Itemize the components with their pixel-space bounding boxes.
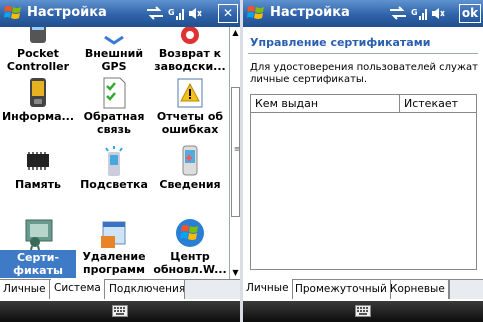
connectivity-icon[interactable]	[145, 6, 165, 21]
description-text: Для удостоверения пользователей служат л…	[250, 62, 478, 85]
window-title: Настройка	[27, 5, 107, 20]
tab-system[interactable]: Система	[51, 279, 105, 299]
svg-text:G: G	[168, 8, 175, 17]
device-info-icon	[30, 78, 46, 107]
title-bar: Настройка G ✕	[0, 0, 240, 27]
certificate-management-screen: Настройка G ok Управление сертификатами …	[243, 0, 483, 322]
heading-divider	[248, 53, 478, 54]
settings-item[interactable]: Центр обновл.W...	[152, 216, 228, 276]
window-title: Настройка	[270, 5, 350, 20]
list-header: Кем выдан Истекает	[251, 95, 476, 113]
windows-update-icon	[176, 219, 204, 247]
scrollbar-thumb[interactable]: ≡	[231, 87, 240, 217]
tab-personal[interactable]: Личные	[0, 279, 50, 299]
tab-strip: Личные Промежуточный Корневые	[243, 279, 483, 299]
column-header-issuer[interactable]: Кем выдан	[251, 95, 399, 113]
tab-connections[interactable]: Подключения	[106, 279, 190, 299]
settings-item-certificates[interactable]: Серти-фикаты	[0, 216, 76, 278]
feedback-icon	[103, 77, 126, 109]
tab-root[interactable]: Корневые	[387, 279, 449, 299]
keyboard-icon[interactable]	[112, 305, 128, 317]
connectivity-icon[interactable]	[388, 6, 408, 21]
scroll-up-icon[interactable]: ▲	[230, 27, 240, 39]
tab-strip-fill	[449, 280, 483, 299]
settings-item[interactable]: Память	[0, 144, 76, 191]
soft-key-bar	[243, 301, 483, 322]
tab-strip-fill	[184, 280, 240, 299]
column-header-expires[interactable]: Истекает	[399, 95, 476, 113]
settings-item[interactable]: Возврат к заводски...	[152, 27, 228, 73]
keyboard-icon[interactable]	[355, 305, 371, 317]
settings-item[interactable]: Pocket Controller	[0, 27, 76, 73]
title-bar: Настройка G ok	[243, 0, 483, 27]
tab-strip: Личные Система Подключения	[0, 279, 240, 299]
settings-item[interactable]: Отчеты об ошибках	[152, 76, 228, 136]
backlight-icon	[105, 146, 123, 176]
start-menu-icon[interactable]	[246, 3, 266, 23]
gps-icon	[104, 35, 124, 45]
settings-item[interactable]: Подсветка	[76, 144, 152, 191]
svg-text:G: G	[411, 8, 418, 17]
settings-item[interactable]: Обратная связь	[76, 76, 152, 136]
settings-item[interactable]: Информа...	[0, 76, 76, 123]
factory-reset-icon	[181, 27, 199, 44]
settings-item[interactable]: Внешний GPS	[76, 27, 152, 73]
certificate-list[interactable]: Кем выдан Истекает	[250, 94, 477, 270]
settings-item[interactable]: Сведения	[152, 144, 228, 191]
settings-system-screen: Настройка G ✕ Pocket Controller Внешний …	[0, 0, 240, 322]
tab-intermediate[interactable]: Промежуточный	[292, 279, 391, 299]
volume-off-icon[interactable]	[431, 6, 445, 21]
signal-strength-icon[interactable]: G	[168, 6, 186, 21]
grip-icon: ≡	[234, 145, 240, 153]
memory-chip-icon	[27, 152, 49, 170]
close-button[interactable]: ✕	[218, 4, 238, 23]
soft-key-bar	[0, 301, 240, 322]
remove-programs-icon	[101, 221, 126, 248]
certificates-icon	[25, 219, 53, 250]
volume-off-icon[interactable]	[188, 6, 202, 21]
scroll-down-icon[interactable]: ▼	[230, 267, 240, 279]
ok-button[interactable]: ok	[459, 4, 481, 23]
settings-item[interactable]: Удаление программ	[76, 216, 152, 276]
page-heading: Управление сертификатами	[250, 36, 431, 49]
settings-icon-grid: Pocket Controller Внешний GPS Возврат к …	[0, 27, 229, 279]
start-menu-icon[interactable]	[3, 3, 23, 23]
vertical-scrollbar[interactable]: ▲ ≡ ▼	[229, 27, 240, 279]
about-icon	[182, 145, 198, 176]
tab-personal[interactable]: Личные	[243, 279, 293, 299]
pocket-controller-icon	[30, 27, 46, 43]
error-report-icon	[177, 78, 203, 108]
signal-strength-icon[interactable]: G	[411, 6, 429, 21]
